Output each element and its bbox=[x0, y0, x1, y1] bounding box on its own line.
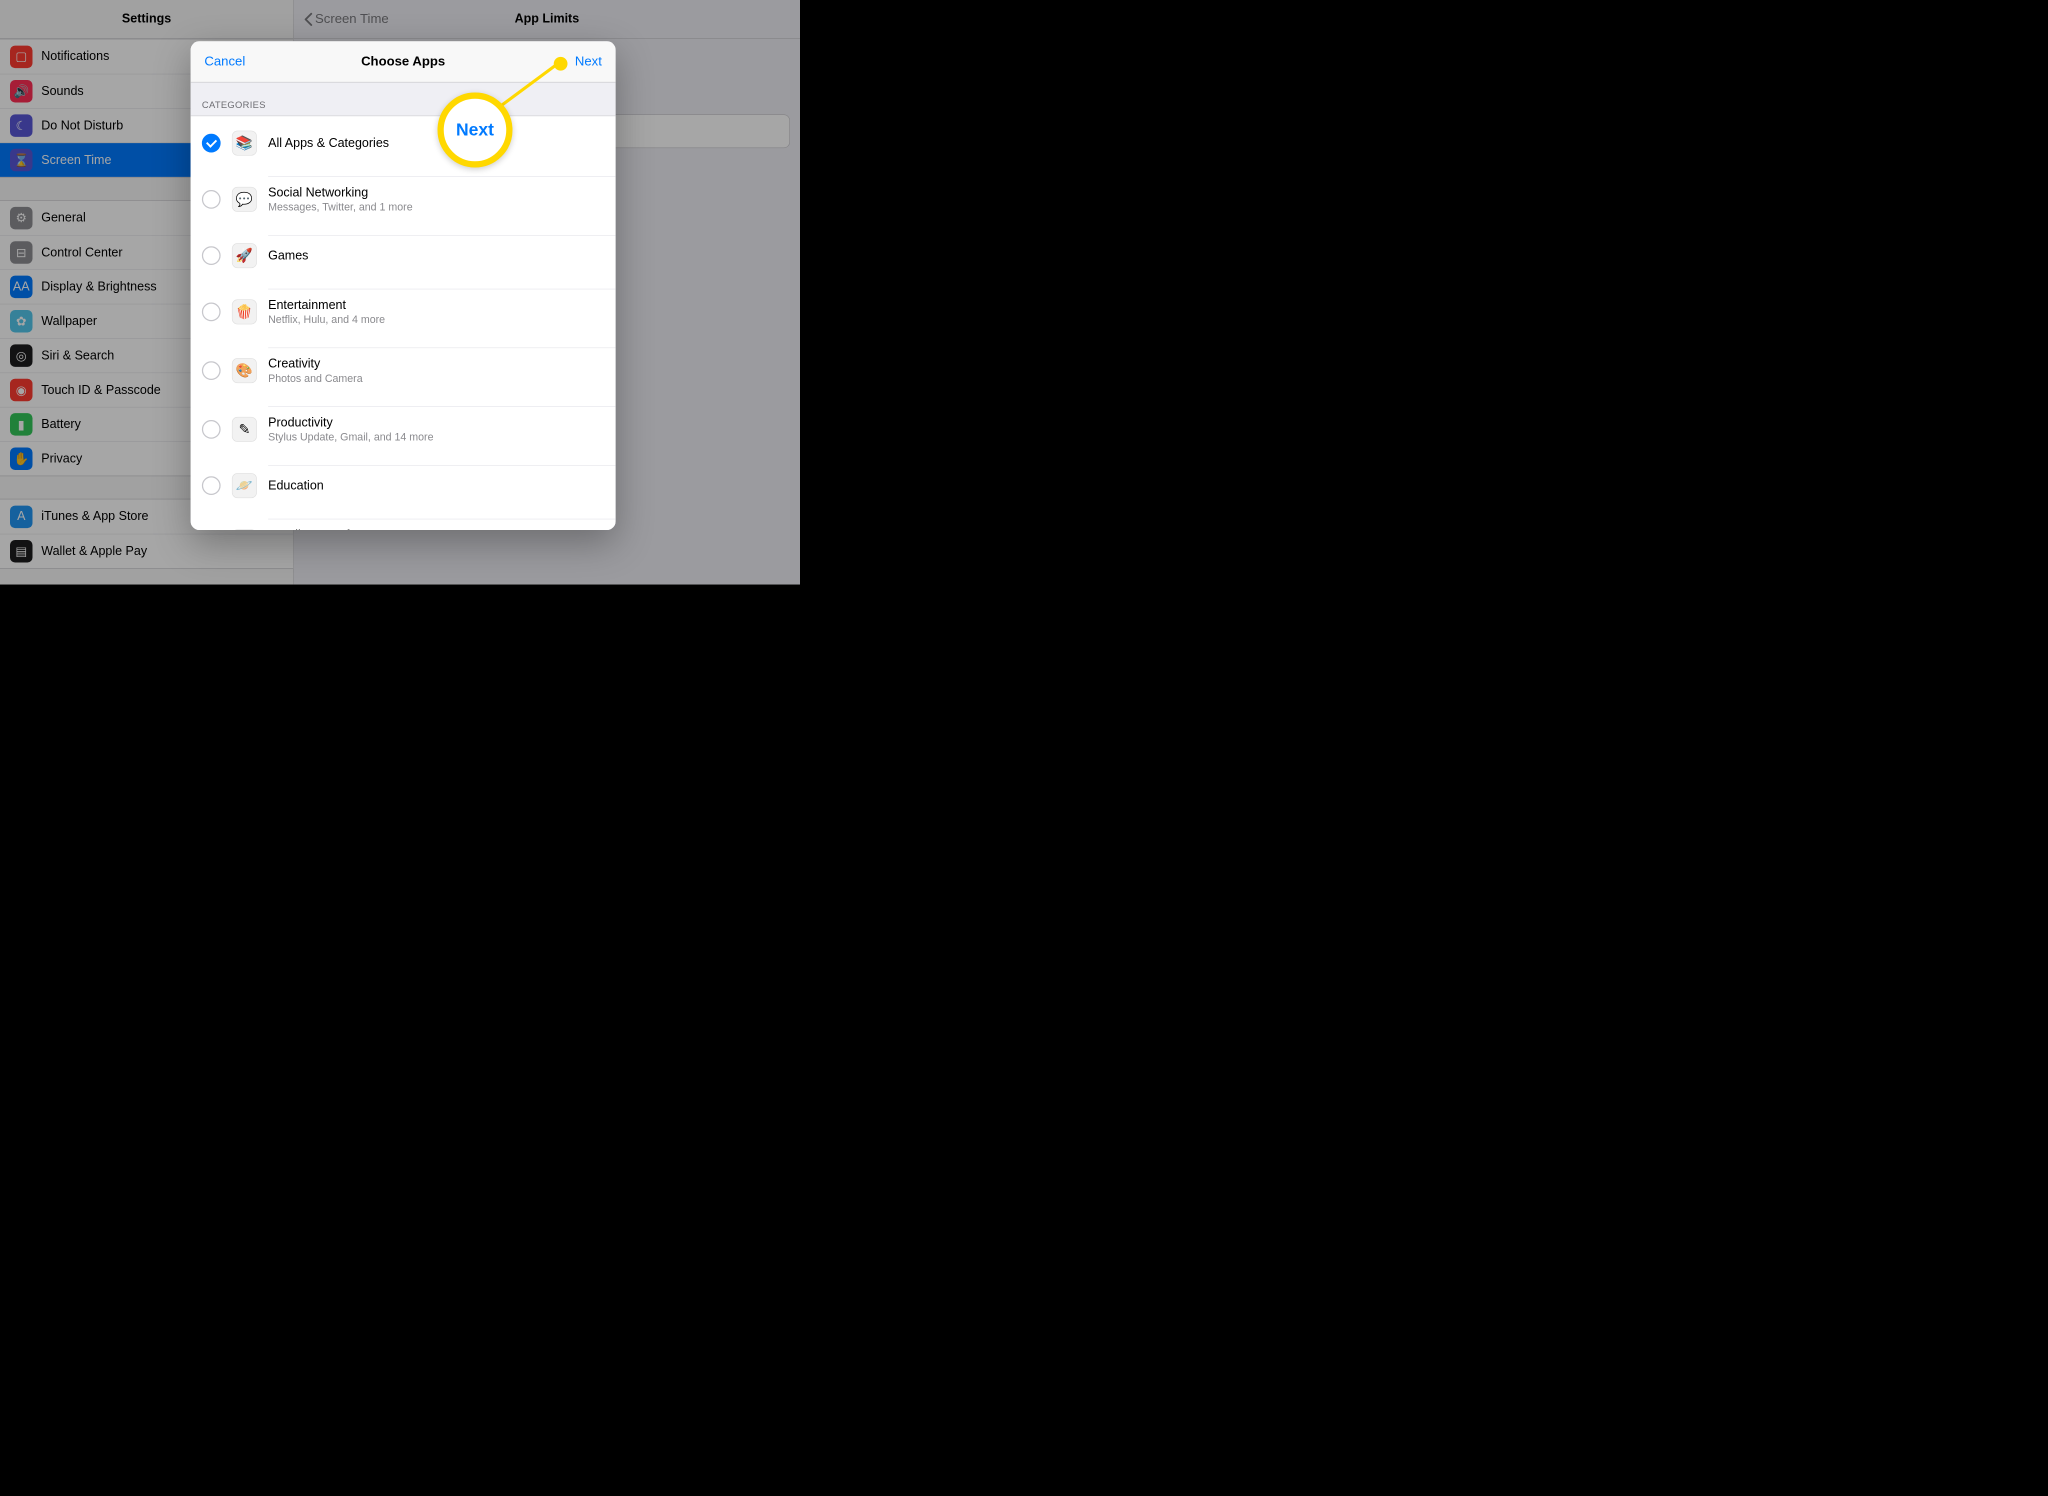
category-title: Creativity bbox=[268, 357, 604, 371]
category-row-creativity[interactable]: 🎨 Creativity Photos and Camera bbox=[191, 341, 616, 400]
category-title: Games bbox=[268, 249, 604, 263]
category-icon: 🎨 bbox=[232, 358, 257, 383]
modal-title: Choose Apps bbox=[361, 54, 445, 69]
category-icon: 💬 bbox=[232, 187, 257, 212]
category-subtitle: Messages, Twitter, and 1 more bbox=[268, 201, 604, 214]
category-row-all-apps-categories[interactable]: 📚 All Apps & Categories bbox=[191, 116, 616, 170]
checkbox-icon[interactable] bbox=[202, 246, 221, 265]
category-title: Social Networking bbox=[268, 186, 604, 200]
category-icon: 🍿 bbox=[232, 299, 257, 324]
category-icon: 🚀 bbox=[232, 243, 257, 268]
checkbox-icon[interactable] bbox=[202, 134, 221, 153]
category-title: Reading & Reference bbox=[268, 528, 604, 530]
category-icon: 📚 bbox=[232, 131, 257, 156]
category-row-games[interactable]: 🚀 Games bbox=[191, 229, 616, 283]
choose-apps-modal: Cancel Choose Apps Next CATEGORIES 📚 All… bbox=[191, 41, 616, 530]
checkbox-icon[interactable] bbox=[202, 361, 221, 380]
next-button[interactable]: Next bbox=[575, 54, 602, 69]
category-row-entertainment[interactable]: 🍿 Entertainment Netflix, Hulu, and 4 mor… bbox=[191, 283, 616, 342]
checkbox-icon[interactable] bbox=[202, 190, 221, 209]
category-icon: 🪐 bbox=[232, 473, 257, 498]
category-title: Productivity bbox=[268, 416, 604, 430]
category-icon: 📖 bbox=[232, 529, 257, 530]
category-row-productivity[interactable]: ✎ Productivity Stylus Update, Gmail, and… bbox=[191, 400, 616, 459]
category-row-social-networking[interactable]: 💬 Social Networking Messages, Twitter, a… bbox=[191, 170, 616, 229]
category-subtitle: Stylus Update, Gmail, and 14 more bbox=[268, 431, 604, 444]
category-row-education[interactable]: 🪐 Education bbox=[191, 459, 616, 513]
checkbox-icon[interactable] bbox=[202, 476, 221, 495]
checkbox-icon[interactable] bbox=[202, 303, 221, 322]
checkbox-icon[interactable] bbox=[202, 420, 221, 439]
category-title: All Apps & Categories bbox=[268, 136, 604, 150]
category-subtitle: Photos and Camera bbox=[268, 373, 604, 386]
category-row-reading-reference[interactable]: 📖 Reading & Reference Books, News, and 2… bbox=[191, 513, 616, 531]
categories-section-header: CATEGORIES bbox=[191, 83, 616, 117]
category-icon: ✎ bbox=[232, 417, 257, 442]
cancel-button[interactable]: Cancel bbox=[204, 54, 245, 69]
category-title: Education bbox=[268, 479, 604, 493]
category-title: Entertainment bbox=[268, 298, 604, 312]
category-subtitle: Netflix, Hulu, and 4 more bbox=[268, 314, 604, 327]
